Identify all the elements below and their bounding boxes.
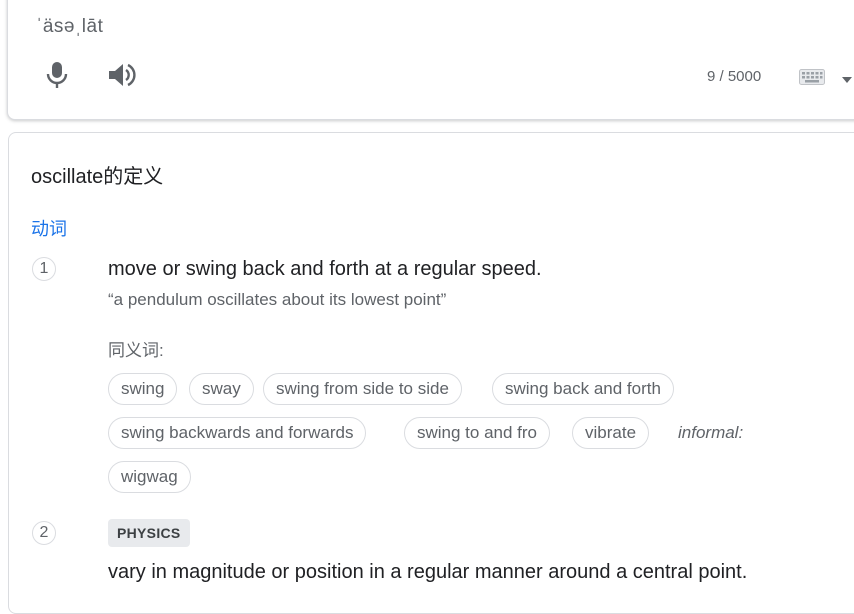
synonym-chip[interactable]: swing backwards and forwards xyxy=(108,417,367,449)
microphone-icon[interactable] xyxy=(44,60,70,90)
informal-label: informal: xyxy=(678,423,744,442)
synonym-chip[interactable]: wigwag xyxy=(108,461,191,493)
character-counter: 9 / 5000 xyxy=(707,68,762,85)
synonyms-label: 同义词: xyxy=(108,341,164,360)
synonym-chip[interactable]: vibrate xyxy=(572,417,650,449)
synonym-chip[interactable]: swing from side to side xyxy=(263,373,462,405)
pronunciation: ˈäsəˌlāt xyxy=(36,16,104,37)
sense-number: 2 xyxy=(32,521,56,545)
speaker-icon[interactable] xyxy=(106,60,138,90)
synonym-chip[interactable]: swing back and forth xyxy=(492,373,674,405)
domain-badge: PHYSICS xyxy=(108,519,190,547)
definition-text: vary in magnitude or position in a regul… xyxy=(108,561,748,583)
definition-text: move or swing back and forth at a regula… xyxy=(108,258,542,280)
chevron-down-icon[interactable] xyxy=(842,70,852,83)
synonym-chip[interactable]: sway xyxy=(189,373,254,405)
definitions-title: oscillate的定义 xyxy=(31,166,164,188)
synonym-chip[interactable]: swing xyxy=(108,373,178,405)
keyboard-icon[interactable] xyxy=(799,69,825,85)
example-sentence: “a pendulum oscillates about its lowest … xyxy=(108,290,447,309)
sense-number: 1 xyxy=(32,257,56,281)
part-of-speech: 动词 xyxy=(31,219,67,239)
synonym-chip[interactable]: swing to and fro xyxy=(404,417,551,449)
